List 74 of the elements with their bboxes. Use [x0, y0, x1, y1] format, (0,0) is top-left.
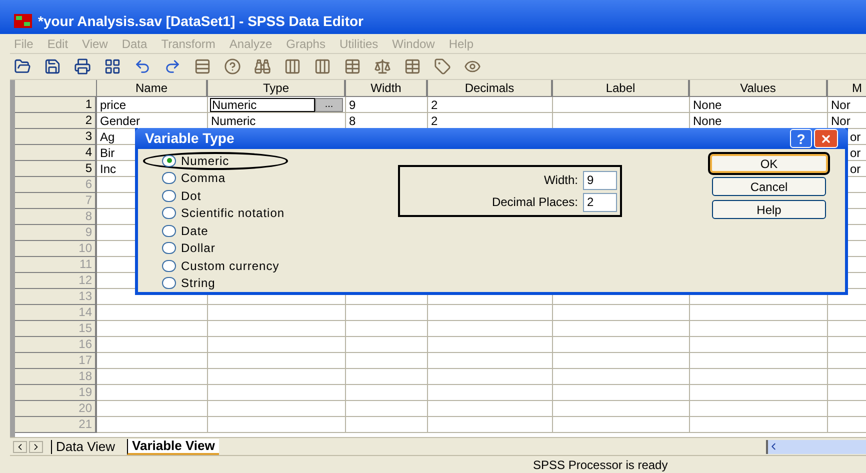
sheet-tab[interactable]: Data View — [51, 440, 120, 454]
print-icon[interactable] — [74, 58, 91, 75]
radio-button[interactable] — [162, 242, 176, 254]
row-header[interactable]: 5 — [15, 161, 97, 177]
columns-icon[interactable] — [284, 58, 301, 75]
dialog-button[interactable]: Cancel — [712, 177, 826, 196]
window-title: *your Analysis.sav [DataSet1] - SPSS Data Editor — [38, 12, 364, 31]
column-header[interactable]: Width — [346, 80, 428, 97]
width-field[interactable]: 9 — [583, 170, 617, 190]
scroll-left-button[interactable] — [13, 440, 27, 452]
table-cell: price — [97, 97, 208, 113]
table-cell: Nor — [828, 113, 866, 129]
radio-label[interactable]: Scientific notation — [181, 204, 285, 222]
column-header[interactable]: Values — [690, 80, 828, 97]
table-icon[interactable] — [404, 58, 421, 75]
scroll-right-button[interactable] — [29, 440, 43, 452]
table-cell: None — [690, 97, 828, 113]
undo-icon[interactable] — [134, 58, 151, 75]
cell-editor[interactable]: Numeric — [210, 98, 315, 112]
radio-label[interactable]: Dot — [181, 186, 202, 205]
table-cell: 9 — [346, 97, 428, 113]
column-header[interactable]: M — [828, 80, 866, 97]
radio-label[interactable]: String — [181, 274, 216, 292]
radio-label[interactable]: Custom currency — [181, 256, 280, 275]
row-header[interactable]: 4 — [15, 145, 97, 161]
grid-icon[interactable] — [104, 58, 121, 75]
width-label: Width: — [544, 172, 578, 189]
table-icon[interactable] — [344, 58, 361, 75]
help-icon[interactable] — [224, 58, 241, 75]
horizontal-scrollbar[interactable] — [766, 440, 866, 454]
close-button[interactable] — [814, 129, 838, 148]
column-header[interactable]: Type — [208, 80, 346, 97]
table-cell: 2 — [428, 97, 553, 113]
radio-button[interactable] — [162, 172, 176, 184]
table-cell: None — [690, 113, 828, 129]
table-cell: 2 — [428, 113, 553, 129]
radio-button[interactable] — [162, 207, 176, 220]
status-text: SPSS Processor is ready — [533, 456, 668, 473]
row-header[interactable]: 2 — [15, 113, 97, 129]
rows-icon[interactable] — [194, 58, 211, 75]
radio-button[interactable] — [162, 190, 176, 202]
ellipsis-button[interactable]: ... — [315, 98, 343, 112]
redo-icon[interactable] — [164, 58, 181, 75]
corner-cell[interactable] — [15, 80, 97, 97]
row-header[interactable]: 3 — [15, 129, 97, 145]
binoculars-icon[interactable] — [254, 58, 271, 75]
column-header[interactable]: Decimals — [428, 80, 553, 97]
dialog-button[interactable]: Help — [712, 200, 826, 219]
sheet-tab[interactable]: Variable View — [127, 438, 219, 454]
radio-button[interactable] — [162, 224, 176, 237]
row-header[interactable]: 1 — [15, 97, 97, 113]
decimals-label: Decimal Places: — [492, 194, 578, 211]
close-icon — [820, 132, 832, 144]
radio-button[interactable] — [162, 260, 176, 272]
radio-label[interactable]: Date — [181, 222, 208, 240]
table-cell: Gender — [97, 113, 208, 129]
save-icon[interactable] — [44, 58, 61, 75]
table-cell: Numeric — [208, 113, 346, 129]
column-header[interactable]: Name — [97, 80, 208, 97]
radio-button[interactable] — [162, 277, 176, 290]
help-button[interactable]: ? — [790, 129, 812, 148]
tag-icon[interactable] — [434, 58, 451, 75]
table-cell: 8 — [346, 113, 428, 129]
radio-label[interactable]: Dollar — [181, 239, 216, 258]
folder-icon[interactable] — [14, 58, 31, 75]
app-icon — [14, 14, 32, 28]
table-cell: Nor — [828, 97, 866, 113]
column-header[interactable]: Label — [553, 80, 690, 97]
decimals-field[interactable]: 2 — [583, 192, 617, 212]
radio-button[interactable] — [162, 154, 176, 167]
scale-icon[interactable] — [374, 58, 391, 75]
columns-icon[interactable] — [314, 58, 331, 75]
dialog-button[interactable]: OK — [710, 154, 828, 173]
eye-icon[interactable] — [464, 58, 481, 75]
